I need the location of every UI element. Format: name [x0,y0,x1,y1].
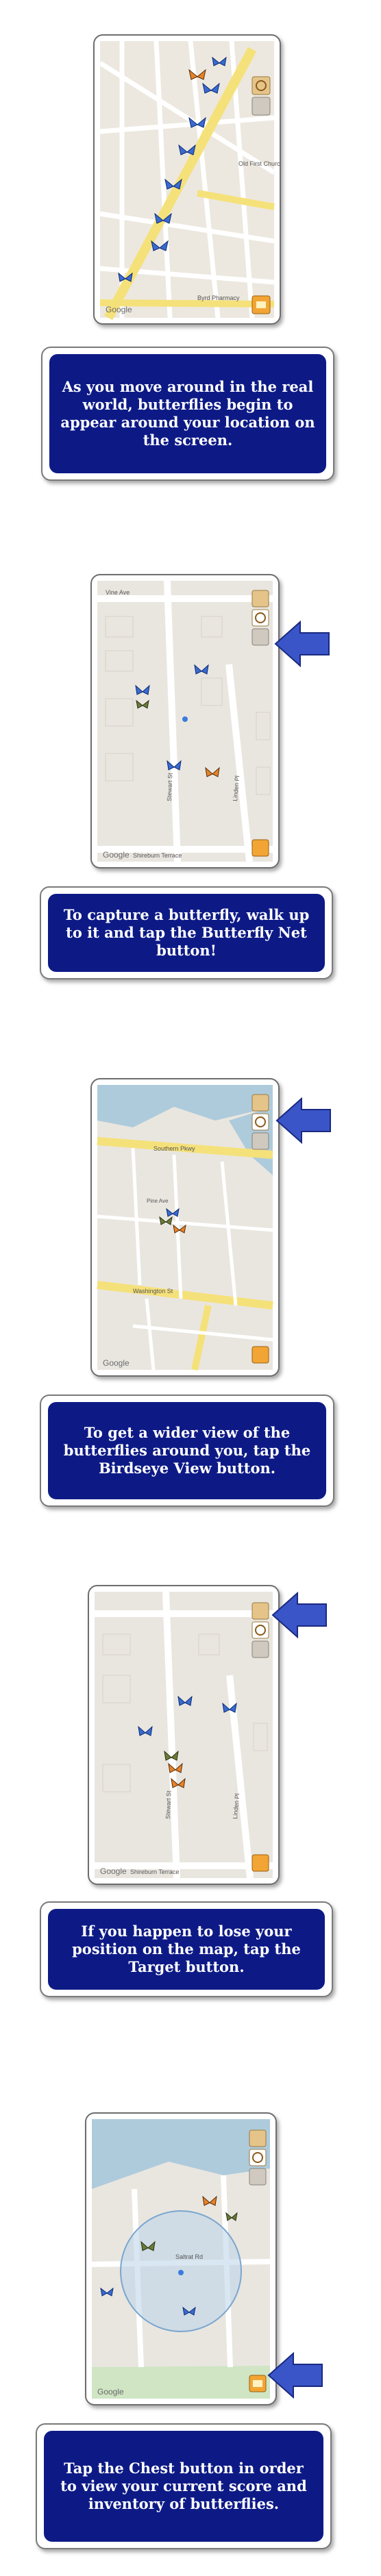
birdseye-view-button[interactable] [249,2168,267,2186]
google-logo: Google [100,1866,127,1876]
target-button[interactable] [251,1094,269,1112]
birdseye-view-button[interactable] [251,1640,269,1658]
pointer-arrow-icon [267,2351,323,2400]
pointer-arrow-icon [274,619,330,668]
player-location-dot [178,2270,184,2275]
chest-button[interactable] [249,2375,267,2392]
caption-box-3: To get a wider view of the butterflies a… [40,1395,334,1507]
google-logo: Google [103,850,130,860]
caption-text-1: As you move around in the real world, bu… [60,378,315,449]
map-label-church: Old First Church [238,160,280,167]
screenshot-phone-1: Old First Church Byrd Pharmacy Google [93,34,281,325]
google-logo: Google [103,1358,130,1368]
butterfly-net-button[interactable] [251,609,269,627]
butterfly-net-button[interactable] [251,76,271,95]
map-label-southern: Southern Pkwy [153,1145,195,1152]
pointer-arrow-icon [271,1590,328,1640]
google-logo: Google [97,2387,124,2397]
screenshot-phone-3: Southern Pkwy Washington St Pine Ave Goo… [90,1078,280,1377]
map-label-stewart: Stewart St [166,773,173,801]
chest-button[interactable] [251,839,269,857]
butterfly-net-button[interactable] [251,1621,269,1639]
map-label-saltrat: Saltrat Rd [175,2253,203,2260]
caption-text-2: To capture a butterfly, walk up to it an… [63,906,310,959]
map-label-terrace: Shireburn Terrace [130,1868,179,1875]
screenshot-phone-2: Vine Ave Stewart St Linden Pl Shireburn … [90,574,280,868]
caption-text-5: Tap the Chest button in order to view yo… [60,2460,307,2512]
caption-text-4: If you happen to lose your position on t… [72,1923,301,1975]
map-label-washington: Washington St [133,1288,173,1295]
caption-box-2: To capture a butterfly, walk up to it an… [40,886,333,979]
map-label-pine: Pine Ave [147,1198,169,1204]
caption-text-3: To get a wider view of the butterflies a… [63,1424,311,1477]
birdseye-view-button[interactable] [251,1132,269,1150]
target-button[interactable] [251,590,269,608]
caption-box-5: Tap the Chest button in order to view yo… [36,2423,332,2549]
caption-box-4: If you happen to lose your position on t… [40,1901,333,1997]
caption-box-1: As you move around in the real world, bu… [41,347,334,481]
pointer-arrow-icon [275,1096,332,1145]
target-button[interactable] [251,1602,269,1620]
map-label-pharmacy: Byrd Pharmacy [197,295,240,301]
player-location-dot [182,716,188,722]
birdseye-view-button[interactable] [251,628,269,646]
map-label-stewart: Stewart St [164,1790,172,1819]
screenshot-phone-5: Saltrat Rd Google [85,2112,277,2405]
chest-button[interactable] [251,295,271,314]
map-label-terrace: Shireburn Terrace [133,852,182,859]
butterfly-net-button[interactable] [249,2149,267,2166]
birdseye-view-button[interactable] [251,97,271,116]
chest-button[interactable] [251,1854,269,1872]
screenshot-phone-4: Stewart St Linden Pl Shireburn Terrace G… [88,1585,280,1885]
map-label-vine: Vine Ave [106,589,130,596]
butterfly-net-button[interactable] [251,1113,269,1131]
target-button[interactable] [249,2129,267,2147]
google-logo: Google [106,305,132,314]
chest-button[interactable] [251,1346,269,1364]
